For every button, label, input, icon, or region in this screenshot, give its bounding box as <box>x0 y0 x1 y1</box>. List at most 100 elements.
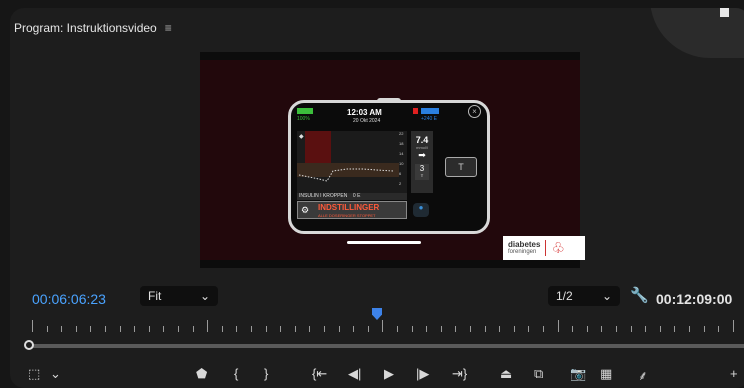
glucose-graph: ◆ 22 18 14 10 6 2 <box>297 131 407 193</box>
ruler-tick <box>718 326 720 332</box>
ruler-tick <box>601 326 603 332</box>
ruler-tick <box>105 326 106 332</box>
ruler-tick <box>46 326 48 332</box>
ruler-tick <box>455 326 457 332</box>
go-to-out-icon[interactable]: ⇥} <box>452 366 467 382</box>
go-to-in-icon[interactable]: {⇤ <box>312 366 327 382</box>
ruler-tick <box>616 326 617 332</box>
axis-tick: 18 <box>399 141 404 146</box>
scrollbar-handle[interactable] <box>24 340 34 350</box>
ruler-tick <box>470 326 471 332</box>
ruler-tick <box>265 326 267 332</box>
ruler-tick <box>32 320 33 332</box>
ruler-tick <box>586 326 588 332</box>
ruler-tick <box>324 326 325 332</box>
axis-tick: 14 <box>399 151 404 156</box>
ruler-tick <box>75 326 77 332</box>
program-monitor-panel: Program: Instruktionsvideo ≡ × 100% 12:0… <box>10 8 744 388</box>
lift-icon[interactable]: ⏏ <box>500 366 512 382</box>
ruler-tick <box>251 326 252 332</box>
logo-line1: diabetes <box>508 239 541 249</box>
duration-timecode: 00:12:09:00 <box>656 291 733 307</box>
axis-tick: 6 <box>399 171 402 176</box>
export-frame-icon[interactable]: 📷 <box>570 366 586 382</box>
ruler-tick <box>513 326 515 332</box>
pump-device-screen: × 100% 12:03 AM 20 Okt 2024 +240 E ◆ 22 … <box>288 98 490 244</box>
logo-mark-icon: ♧ <box>551 240 565 257</box>
settings-banner: ⚙ INDSTILLINGER ALLE DOSERINGER STOPPET <box>297 201 407 219</box>
zoom-scrollbar[interactable] <box>28 344 744 348</box>
current-timecode[interactable]: 00:06:06:23 <box>32 291 106 307</box>
ruler-tick <box>90 326 92 332</box>
settings-subtitle: ALLE DOSERINGER STOPPET <box>318 213 376 218</box>
ruler-tick <box>426 326 428 332</box>
button-editor-icon[interactable]: + <box>730 366 738 381</box>
mark-out-icon[interactable]: } <box>264 366 268 381</box>
glucose-panel: 7.4 mmol/l ➡ 3 T <box>411 131 433 193</box>
video-preview[interactable]: × 100% 12:03 AM 20 Okt 2024 +240 E ◆ 22 … <box>200 52 585 268</box>
ruler-tick <box>440 326 442 332</box>
panel-header: Program: Instruktionsvideo ≡ <box>14 20 172 36</box>
logo-separator <box>545 240 547 256</box>
trend-arrow-icon: ➡ <box>418 150 426 160</box>
ruler-tick <box>382 320 384 332</box>
ruler-tick <box>674 326 676 332</box>
playback-resolution-select[interactable]: 1/2 ⌄ <box>548 286 620 306</box>
add-marker-icon[interactable]: ⬟ <box>196 366 207 382</box>
axis-tick: 22 <box>399 131 404 136</box>
ruler-tick <box>689 326 690 332</box>
ruler-tick <box>732 320 734 332</box>
device-notch <box>377 98 401 103</box>
iob-box: 3 T <box>415 164 429 180</box>
extract-icon[interactable]: ⧉ <box>534 366 543 382</box>
time-ruler[interactable] <box>32 314 744 332</box>
zoom-fit-select[interactable]: Fit ⌄ <box>140 286 218 306</box>
chevron-down-icon: ⌄ <box>601 289 612 303</box>
transport-controls: ⬚ ⌄ ⬟ { } {⇤ ◀| ▶ |▶ ⇥} ⏏ ⧉ 📷 ▦ ⸙ + <box>10 366 744 388</box>
graph-axis: 22 18 14 10 6 2 <box>399 131 407 193</box>
device-status-bar: 100% 12:03 AM 20 Okt 2024 +240 E <box>297 108 447 128</box>
iob-unit: T <box>420 173 424 178</box>
ruler-tick <box>572 326 574 332</box>
zoom-fit-value: Fit <box>148 289 162 303</box>
device-home-bar <box>347 241 421 244</box>
step-forward-icon[interactable]: |▶ <box>416 366 429 382</box>
vr-video-icon[interactable]: ⸙ <box>638 366 648 384</box>
ruler-tick <box>280 326 282 332</box>
ruler-tick <box>119 326 121 332</box>
safe-margins-icon[interactable]: ⬚ <box>28 366 40 382</box>
diabetesforeningen-logo: diabetes foreningen ♧ <box>503 236 585 260</box>
step-back-icon[interactable]: ◀| <box>348 366 361 382</box>
ruler-tick <box>338 326 340 332</box>
ruler-tick <box>236 326 238 332</box>
settings-title: INDSTILLINGER <box>318 203 380 212</box>
overlay-square-icon <box>720 8 729 17</box>
panel-title[interactable]: Program: Instruktionsvideo <box>14 21 157 35</box>
ruler-tick <box>703 326 705 332</box>
gear-icon: ⚙ <box>301 205 310 215</box>
ruler-tick <box>178 326 179 332</box>
play-icon[interactable]: ▶ <box>384 366 394 382</box>
mark-in-icon[interactable]: { <box>234 366 238 381</box>
device-time: 12:03 AM <box>347 108 382 117</box>
ruler-tick <box>294 326 296 332</box>
comparison-view-icon[interactable]: ▦ <box>600 366 612 382</box>
corner-overlay <box>650 8 744 58</box>
ruler-tick <box>61 326 63 332</box>
logo-line2: foreningen <box>508 248 537 255</box>
ruler-tick <box>630 326 632 332</box>
ruler-tick <box>221 326 223 332</box>
temp-button: T <box>445 157 477 177</box>
hamburger-icon[interactable]: ≡ <box>165 21 172 35</box>
ruler-tick <box>192 326 194 332</box>
chevron-down-icon[interactable]: ⌄ <box>50 366 61 382</box>
glucose-value: 7.4 <box>415 135 429 145</box>
iob-value: 3 <box>419 164 425 173</box>
insulin-label: INSULIN I KROPPEN <box>299 193 348 199</box>
ruler-tick <box>557 320 559 332</box>
wrench-icon[interactable]: 🔧 <box>630 286 649 304</box>
ruler-tick <box>163 326 165 332</box>
ruler-tick <box>659 326 661 332</box>
chevron-down-icon: ⌄ <box>199 289 210 303</box>
alert-indicator <box>413 108 418 114</box>
